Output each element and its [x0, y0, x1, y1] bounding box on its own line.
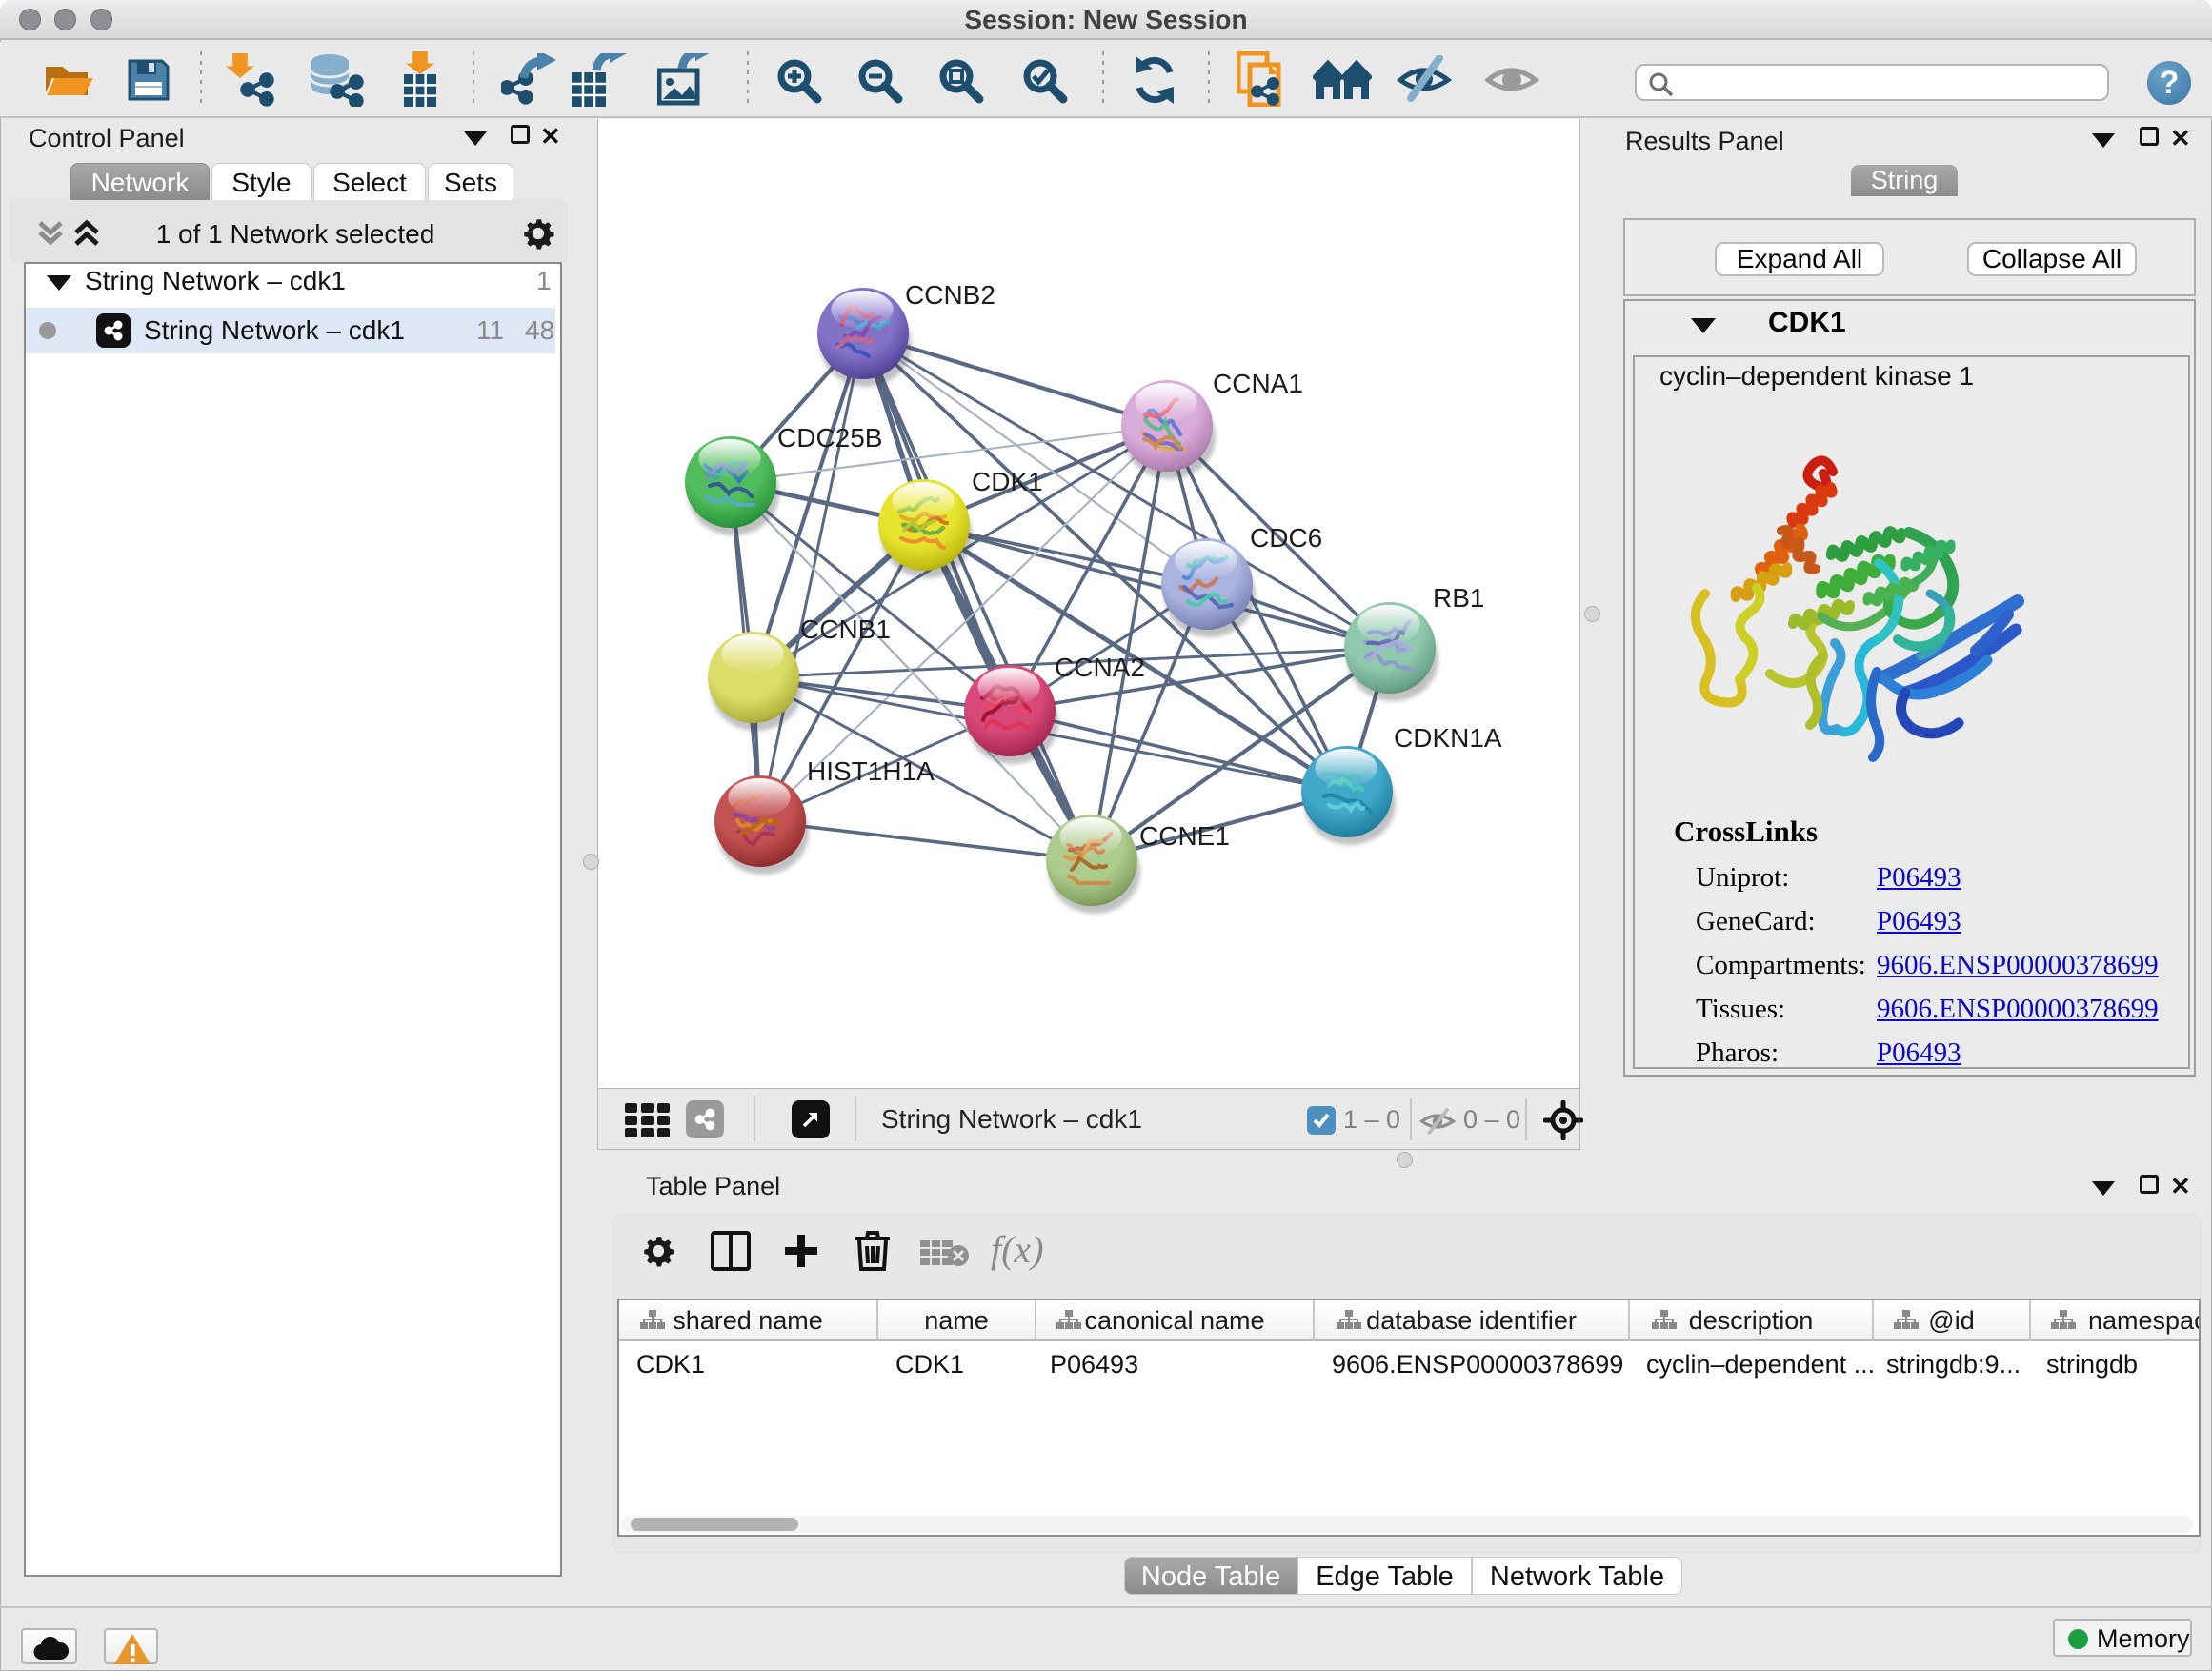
svg-text:CCNA2: CCNA2	[1055, 653, 1145, 682]
svg-text:RB1: RB1	[1433, 583, 1484, 613]
svg-text:CDK1: CDK1	[972, 467, 1043, 496]
svg-text:CCNA1: CCNA1	[1213, 369, 1303, 398]
svg-text:CDC25B: CDC25B	[777, 423, 882, 453]
svg-text:HIST1H1A: HIST1H1A	[807, 756, 935, 786]
svg-text:CCNB2: CCNB2	[905, 280, 995, 310]
svg-text:CCNB1: CCNB1	[800, 614, 891, 644]
svg-text:CCNE1: CCNE1	[1139, 821, 1230, 851]
svg-text:CDC6: CDC6	[1250, 523, 1322, 553]
svg-text:CDKN1A: CDKN1A	[1394, 723, 1502, 753]
